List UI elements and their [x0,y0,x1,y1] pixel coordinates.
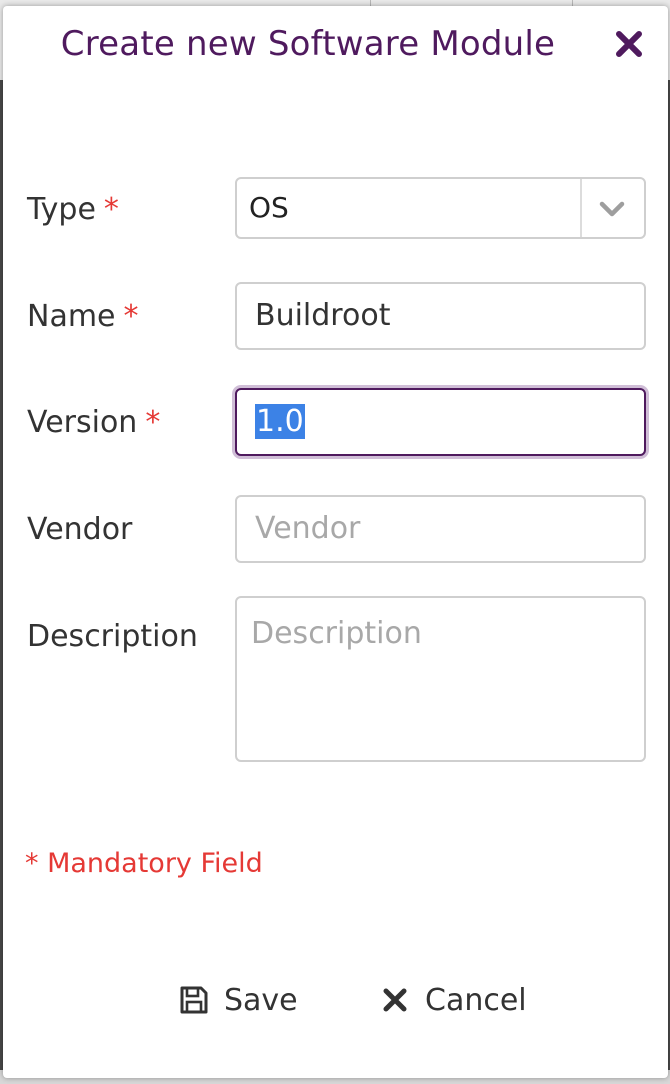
type-select[interactable]: OS [235,177,646,239]
name-input[interactable]: Buildroot [235,282,646,350]
version-label-text: Version [27,405,138,440]
cancel-button-label: Cancel [425,982,527,1018]
description-textarea[interactable]: Description [235,596,646,762]
close-x-icon [379,984,411,1016]
cancel-button[interactable]: Cancel [379,978,527,1022]
required-marker: * [123,299,139,334]
type-label-text: Type [27,192,96,227]
vendor-label: Vendor [27,512,133,547]
dialog-title: Create new Software Module [60,24,556,64]
save-button[interactable]: Save [178,978,298,1022]
close-x-icon [616,31,642,57]
mandatory-field-note: * Mandatory Field [25,848,263,879]
version-input-value: 1.0 [255,404,305,439]
required-marker: * [103,192,119,227]
type-label: Type * [27,192,119,227]
close-button[interactable] [609,24,649,64]
description-placeholder: Description [251,616,422,651]
selected-text: 1.0 [255,404,305,439]
name-label: Name * [27,299,139,334]
type-select-value: OS [249,191,289,224]
create-software-module-dialog: Create new Software Module Type * OS Name… [3,6,668,1078]
vendor-input[interactable]: Vendor [235,495,646,563]
save-button-label: Save [224,982,298,1018]
chevron-down-icon[interactable] [598,197,626,221]
version-input[interactable]: 1.0 [235,388,646,456]
name-input-value: Buildroot [255,298,391,333]
name-label-text: Name [27,299,116,334]
floppy-disk-icon [178,984,210,1016]
description-label: Description [27,619,198,654]
version-label: Version * [27,405,160,440]
vendor-placeholder: Vendor [255,511,361,546]
required-marker: * [145,405,161,440]
select-divider [580,179,582,237]
